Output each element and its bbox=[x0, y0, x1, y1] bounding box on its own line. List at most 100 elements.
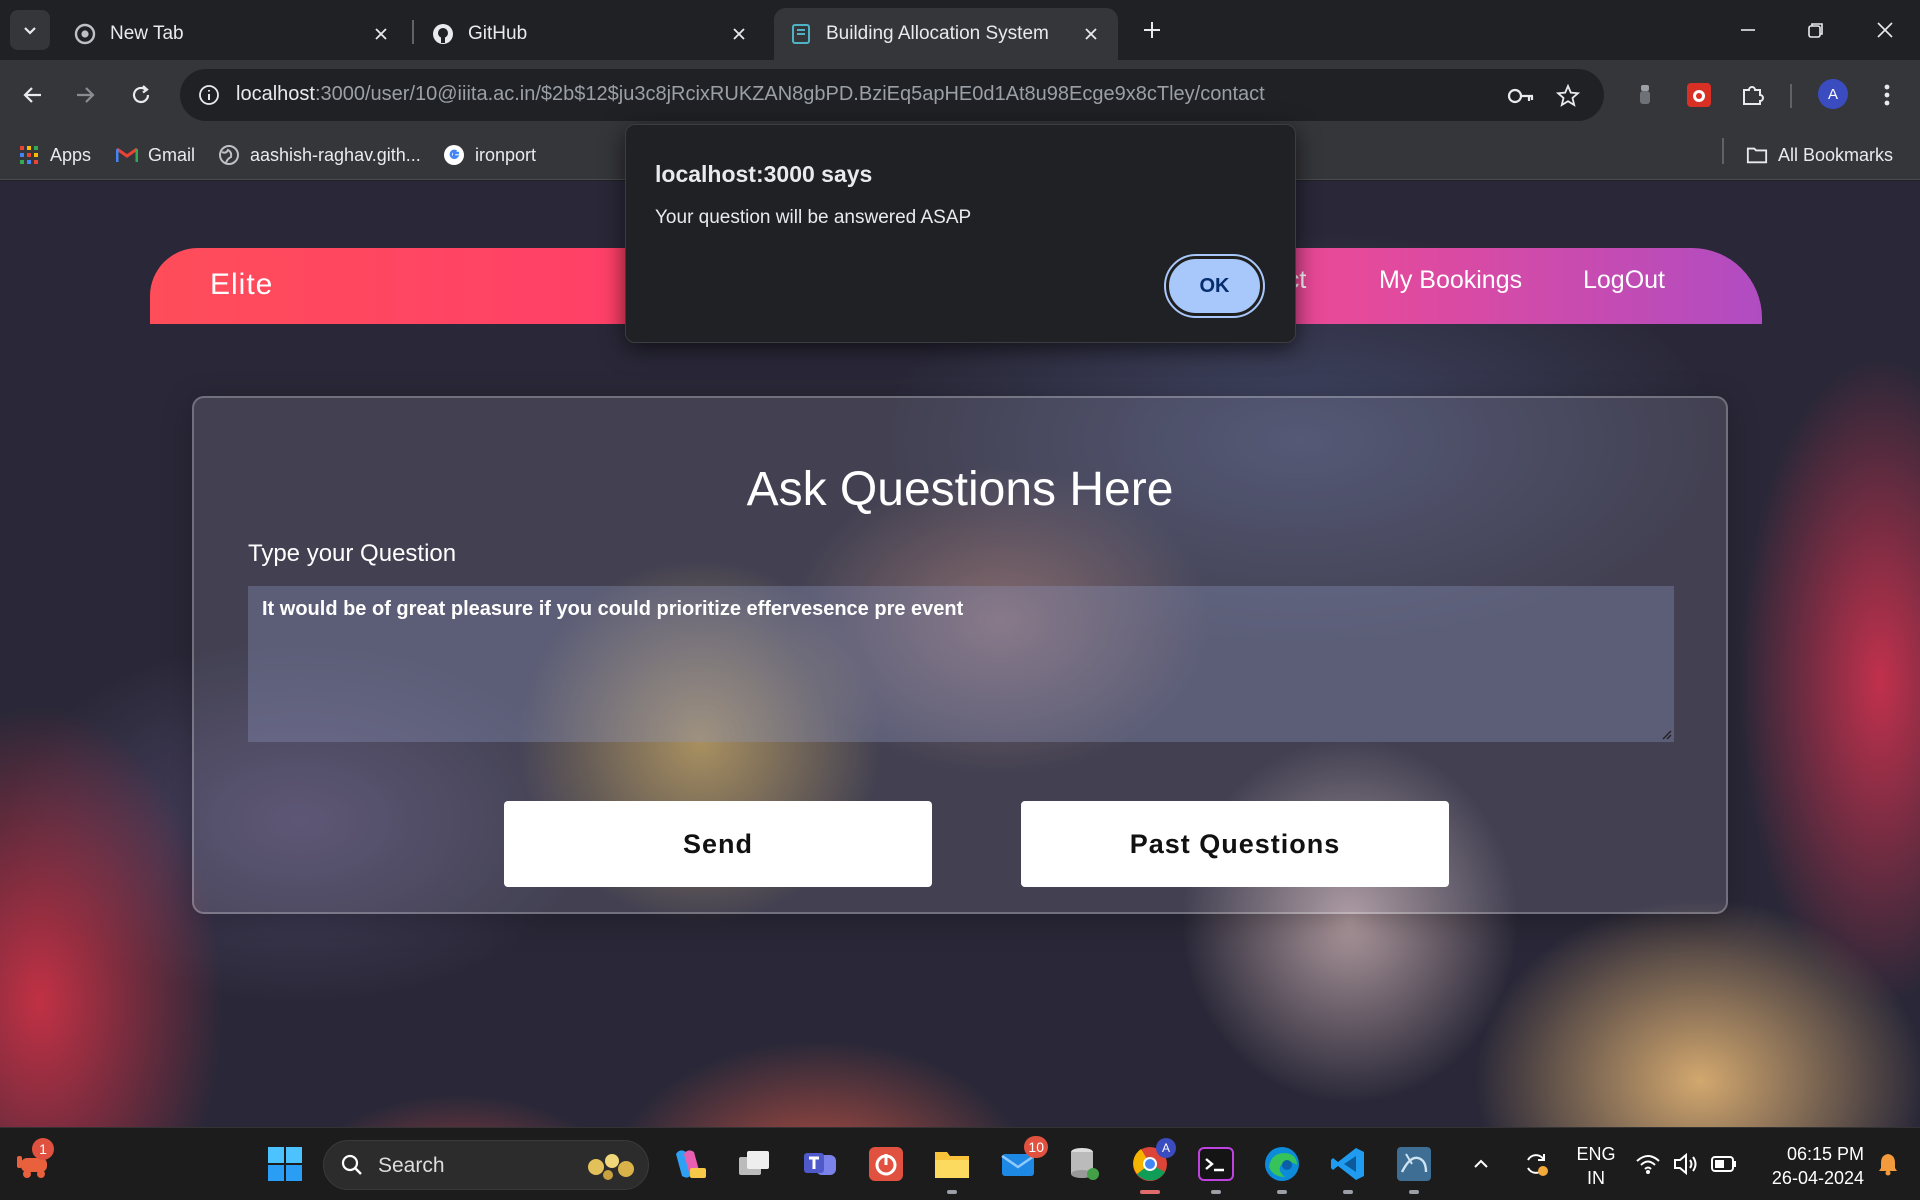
browser-toolbar: localhost:3000/user/10@iiita.ac.in/$2b$1… bbox=[0, 60, 1920, 130]
tab-divider bbox=[412, 20, 414, 44]
file-explorer-icon[interactable] bbox=[928, 1140, 976, 1194]
tab-strip: New Tab GitHub Building Allocation Syste… bbox=[0, 0, 1920, 60]
search-placeholder: Search bbox=[378, 1154, 445, 1177]
close-window-button[interactable] bbox=[1865, 10, 1905, 50]
github-icon bbox=[432, 23, 454, 45]
dialog-message: Your question will be answered ASAP bbox=[655, 207, 972, 228]
forward-button[interactable] bbox=[66, 76, 104, 114]
volume-icon[interactable] bbox=[1666, 1140, 1706, 1188]
bookmark-gmail[interactable]: Gmail bbox=[116, 140, 195, 170]
form-heading: Ask Questions Here bbox=[746, 463, 1174, 516]
star-bookmark-icon[interactable] bbox=[1553, 81, 1583, 111]
sync-icon[interactable] bbox=[1514, 1140, 1558, 1188]
vscode-icon[interactable] bbox=[1324, 1140, 1372, 1194]
google-icon bbox=[443, 144, 465, 166]
bookmark-label: ironport bbox=[475, 144, 537, 165]
page-icon bbox=[790, 23, 812, 45]
extension-dropper-icon[interactable] bbox=[1626, 76, 1664, 114]
clock-date: 26-04-2024 bbox=[1771, 1168, 1864, 1188]
search-highlight-icon bbox=[588, 1154, 634, 1180]
teams-icon[interactable] bbox=[796, 1140, 844, 1188]
wifi-icon[interactable] bbox=[1628, 1140, 1668, 1188]
notification-bell-icon[interactable] bbox=[1868, 1140, 1908, 1188]
bookmark-ironport[interactable]: ironport bbox=[443, 140, 536, 170]
running-indicator bbox=[1211, 1190, 1221, 1194]
mail-badge: 10 bbox=[1024, 1136, 1048, 1158]
running-indicator bbox=[947, 1190, 957, 1194]
reload-button[interactable] bbox=[122, 76, 160, 114]
past-questions-button[interactable]: Past Questions bbox=[1021, 801, 1449, 887]
site-info-icon[interactable] bbox=[192, 78, 226, 112]
chrome-icon bbox=[74, 23, 96, 45]
reload-icon bbox=[132, 85, 150, 104]
question-card: Ask Questions Here Type your Question It… bbox=[192, 396, 1728, 914]
language-indicator[interactable]: ENG IN bbox=[1574, 1142, 1618, 1190]
question-textarea[interactable]: It would be of great pleasure if you cou… bbox=[248, 586, 1674, 742]
tab-title: New Tab bbox=[110, 23, 184, 44]
nav-my-bookings[interactable]: My Bookings bbox=[1379, 266, 1522, 295]
notification-badge: 1 bbox=[32, 1138, 54, 1160]
bookmark-aashish[interactable]: aashish-raghav.gith... bbox=[218, 140, 421, 170]
close-icon[interactable] bbox=[1080, 23, 1102, 45]
clock-time: 06:15 PM bbox=[1786, 1144, 1864, 1164]
tab-search-button[interactable] bbox=[10, 10, 50, 50]
taskbar-search[interactable]: Search bbox=[323, 1140, 649, 1190]
profile-avatar[interactable]: A bbox=[1818, 79, 1848, 109]
password-key-icon[interactable] bbox=[1506, 81, 1536, 111]
running-indicator bbox=[1277, 1190, 1287, 1194]
power-app-icon[interactable] bbox=[862, 1140, 910, 1188]
alert-dialog: localhost:3000 says Your question will b… bbox=[625, 124, 1296, 343]
all-bookmarks[interactable]: All Bookmarks bbox=[1746, 140, 1893, 170]
url-text[interactable]: localhost:3000/user/10@iiita.ac.in/$2b$1… bbox=[236, 83, 1265, 106]
tab-github[interactable]: GitHub bbox=[416, 8, 766, 60]
tab-building-allocation[interactable]: Building Allocation System bbox=[774, 8, 1118, 60]
bookmark-label: Apps bbox=[50, 144, 92, 165]
bookmark-label: aashish-raghav.gith... bbox=[250, 144, 421, 165]
send-button[interactable]: Send bbox=[504, 801, 932, 887]
address-bar[interactable]: localhost:3000/user/10@iiita.ac.in/$2b$1… bbox=[180, 69, 1604, 121]
extensions-puzzle-icon[interactable] bbox=[1734, 76, 1772, 114]
chevron-up-icon[interactable] bbox=[1466, 1140, 1496, 1188]
bookmark-apps[interactable]: Apps bbox=[18, 140, 91, 170]
toolbar-divider bbox=[1790, 84, 1792, 108]
dialog-title: localhost:3000 says bbox=[655, 161, 873, 187]
profile-mini-avatar: A bbox=[1156, 1138, 1176, 1158]
edge-icon[interactable] bbox=[1258, 1140, 1306, 1194]
plus-icon bbox=[1144, 22, 1160, 38]
restore-icon bbox=[1808, 23, 1823, 38]
nav-logout[interactable]: LogOut bbox=[1583, 266, 1665, 295]
close-icon[interactable] bbox=[728, 23, 750, 45]
taskbar: 1 Search 10 A ENG IN 06:15 PM 26-04-2024 bbox=[0, 1127, 1920, 1200]
url-path: :3000/user/10@iiita.ac.in/$2b$12$ju3c8jR… bbox=[314, 83, 1265, 105]
clock[interactable]: 06:15 PM 26-04-2024 bbox=[1752, 1142, 1864, 1190]
bookmark-label: Gmail bbox=[148, 144, 196, 165]
close-icon[interactable] bbox=[370, 23, 392, 45]
mail-app-icon[interactable]: 10 bbox=[994, 1136, 1048, 1188]
battery-icon[interactable] bbox=[1704, 1140, 1744, 1188]
tab-title: Building Allocation System bbox=[826, 23, 1049, 44]
resize-handle-icon[interactable] bbox=[1660, 728, 1672, 740]
restore-button[interactable] bbox=[1796, 10, 1836, 50]
new-tab-button[interactable] bbox=[1136, 14, 1168, 46]
extension-red-icon[interactable] bbox=[1680, 76, 1718, 114]
mysql-workbench-icon[interactable] bbox=[1390, 1140, 1438, 1194]
search-icon bbox=[341, 1154, 362, 1175]
back-button[interactable] bbox=[14, 76, 52, 114]
copilot-icon[interactable] bbox=[664, 1140, 712, 1188]
task-view-icon[interactable] bbox=[730, 1140, 778, 1188]
terminal-icon[interactable] bbox=[1192, 1140, 1240, 1194]
brand-logo[interactable]: Elite bbox=[210, 268, 273, 302]
chrome-taskbar-icon[interactable]: A bbox=[1126, 1138, 1176, 1194]
menu-kebab-icon[interactable] bbox=[1868, 76, 1906, 114]
apps-grid-icon bbox=[18, 144, 40, 166]
minimize-button[interactable] bbox=[1728, 10, 1768, 50]
running-indicator bbox=[1343, 1190, 1353, 1194]
url-host: localhost bbox=[236, 83, 315, 105]
notification-app-icon[interactable]: 1 bbox=[10, 1138, 58, 1188]
folder-icon bbox=[1746, 144, 1768, 166]
database-app-icon[interactable] bbox=[1060, 1140, 1108, 1188]
start-windows-icon[interactable] bbox=[261, 1140, 309, 1188]
language-code: ENG bbox=[1576, 1144, 1616, 1164]
tab-new-tab[interactable]: New Tab bbox=[58, 8, 408, 60]
ok-button[interactable]: OK bbox=[1164, 254, 1265, 318]
